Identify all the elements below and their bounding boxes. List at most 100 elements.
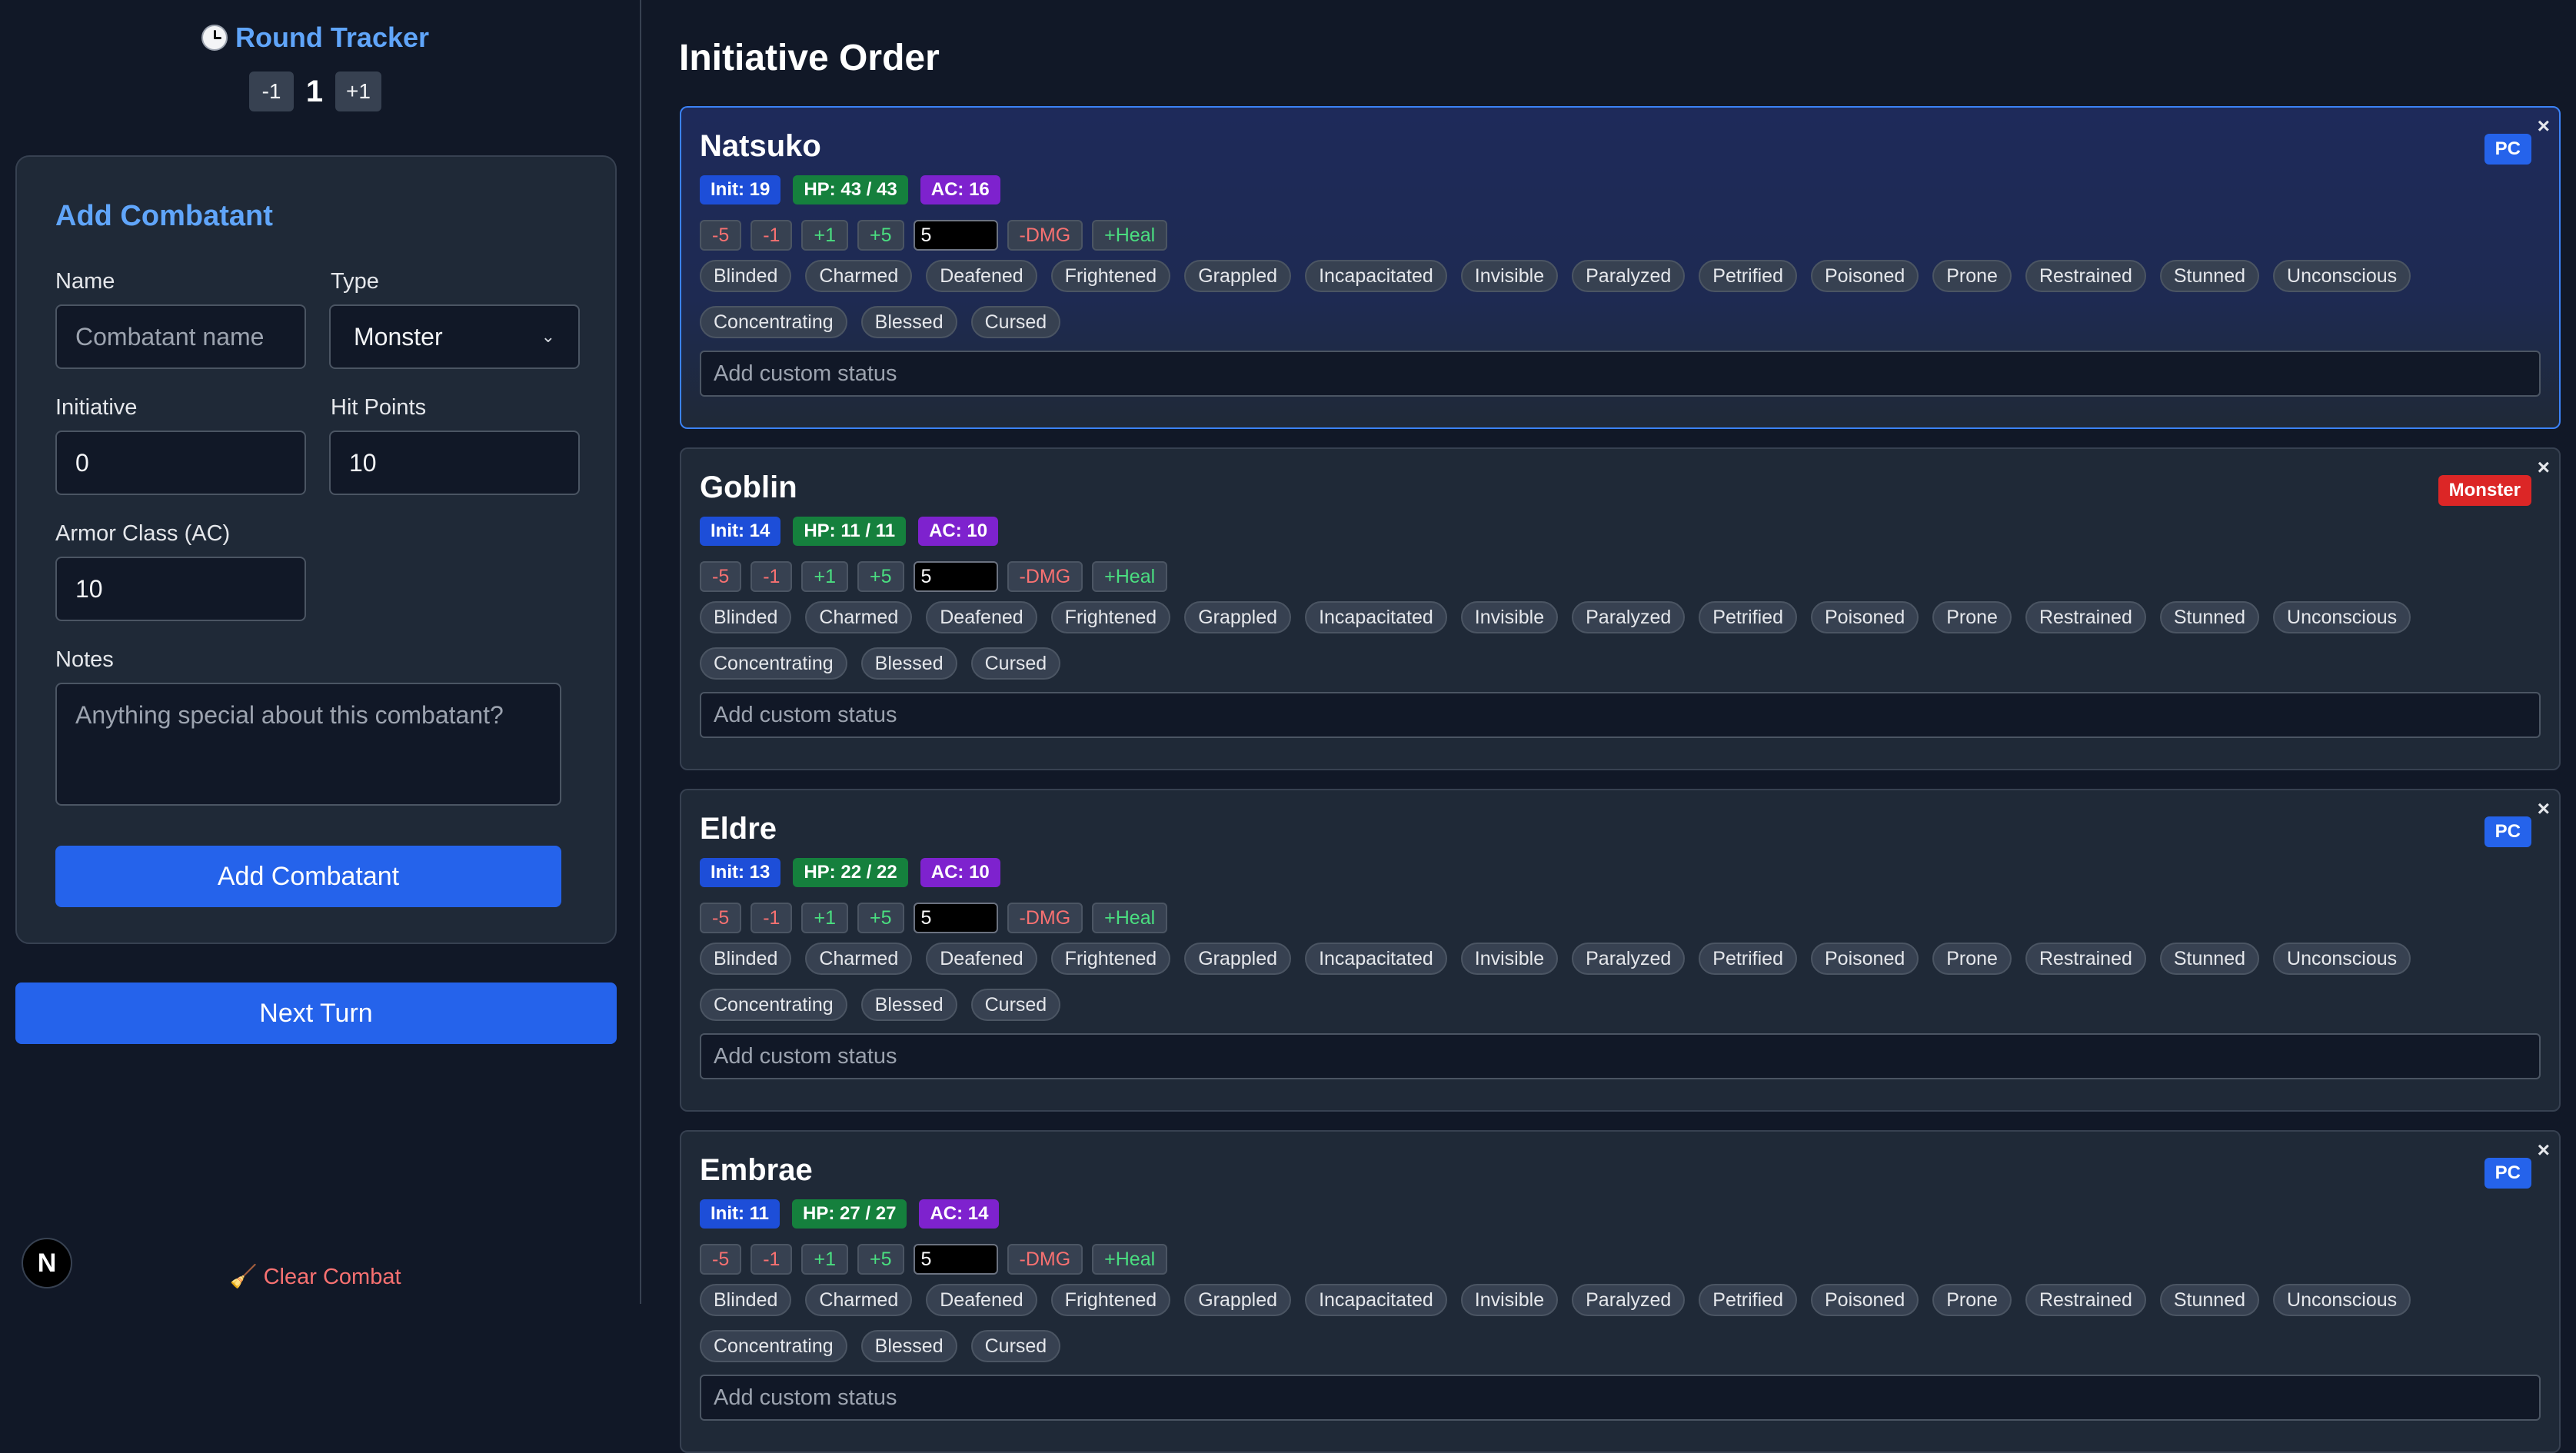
hp-minus-5-button[interactable]: -5 [700, 903, 742, 933]
condition-chip[interactable]: Poisoned [1811, 260, 1919, 292]
condition-chip[interactable]: Restrained [2025, 943, 2146, 975]
condition-chip[interactable]: Charmed [805, 1284, 913, 1316]
initiative-input[interactable] [55, 431, 306, 495]
effect-chip[interactable]: Blessed [860, 306, 957, 338]
condition-chip[interactable]: Incapacitated [1305, 1284, 1447, 1316]
hp-minus-5-button[interactable]: -5 [700, 220, 742, 251]
effect-chip[interactable]: Concentrating [700, 647, 847, 680]
condition-chip[interactable]: Unconscious [2273, 601, 2411, 633]
condition-chip[interactable]: Frightened [1050, 601, 1171, 633]
hp-minus-5-button[interactable]: -5 [700, 1244, 742, 1275]
condition-chip[interactable]: Charmed [805, 601, 913, 633]
condition-chip[interactable]: Invisible [1460, 601, 1559, 633]
apply-damage-button[interactable]: -DMG [1007, 1244, 1083, 1275]
condition-chip[interactable]: Grappled [1184, 260, 1292, 292]
condition-chip[interactable]: Paralyzed [1572, 601, 1686, 633]
clear-combat-button[interactable]: 🧹 Clear Combat [0, 1264, 631, 1290]
hp-plus-1-button[interactable]: +1 [801, 903, 848, 933]
condition-chip[interactable]: Incapacitated [1305, 260, 1447, 292]
hp-plus-5-button[interactable]: +5 [857, 1244, 904, 1275]
condition-chip[interactable]: Invisible [1460, 260, 1559, 292]
effect-chip[interactable]: Cursed [970, 989, 1061, 1021]
condition-chip[interactable]: Prone [1932, 943, 2012, 975]
hp-amount-input[interactable] [913, 1244, 998, 1275]
condition-chip[interactable]: Blinded [700, 1284, 792, 1316]
add-combatant-button[interactable]: Add Combatant [55, 846, 561, 907]
condition-chip[interactable]: Prone [1932, 1284, 2012, 1316]
condition-chip[interactable]: Grappled [1184, 601, 1292, 633]
notes-textarea[interactable] [55, 683, 561, 806]
next-turn-button[interactable]: Next Turn [15, 983, 617, 1044]
condition-chip[interactable]: Deafened [926, 601, 1037, 633]
condition-chip[interactable]: Poisoned [1811, 1284, 1919, 1316]
condition-chip[interactable]: Frightened [1050, 943, 1171, 975]
condition-chip[interactable]: Grappled [1184, 1284, 1292, 1316]
condition-chip[interactable]: Incapacitated [1305, 601, 1447, 633]
apply-heal-button[interactable]: +Heal [1092, 561, 1168, 592]
condition-chip[interactable]: Stunned [2159, 943, 2260, 975]
hp-amount-input[interactable] [913, 903, 998, 933]
condition-chip[interactable]: Unconscious [2273, 943, 2411, 975]
condition-chip[interactable]: Incapacitated [1305, 943, 1447, 975]
condition-chip[interactable]: Unconscious [2273, 260, 2411, 292]
type-select[interactable]: Monster ⌄ [329, 304, 580, 369]
custom-status-input[interactable]: Add custom status [700, 692, 2541, 738]
condition-chip[interactable]: Paralyzed [1572, 943, 1686, 975]
hp-plus-1-button[interactable]: +1 [801, 220, 848, 251]
effect-chip[interactable]: Concentrating [700, 989, 847, 1021]
condition-chip[interactable]: Restrained [2025, 260, 2146, 292]
effect-chip[interactable]: Cursed [970, 647, 1061, 680]
condition-chip[interactable]: Petrified [1699, 260, 1797, 292]
condition-chip[interactable]: Poisoned [1811, 601, 1919, 633]
condition-chip[interactable]: Unconscious [2273, 1284, 2411, 1316]
condition-chip[interactable]: Prone [1932, 260, 2012, 292]
condition-chip[interactable]: Stunned [2159, 1284, 2260, 1316]
custom-status-input[interactable]: Add custom status [700, 351, 2541, 397]
apply-heal-button[interactable]: +Heal [1092, 1244, 1168, 1275]
remove-combatant-button[interactable]: × [2538, 1138, 2550, 1162]
custom-status-input[interactable]: Add custom status [700, 1375, 2541, 1421]
armor-class-input[interactable] [55, 557, 306, 621]
round-decrement-button[interactable]: -1 [249, 71, 295, 111]
hp-amount-input[interactable] [913, 220, 998, 251]
hp-plus-1-button[interactable]: +1 [801, 1244, 848, 1275]
hit-points-input[interactable] [329, 431, 580, 495]
round-increment-button[interactable]: +1 [335, 71, 381, 111]
condition-chip[interactable]: Frightened [1050, 260, 1171, 292]
effect-chip[interactable]: Blessed [860, 1330, 957, 1362]
effect-chip[interactable]: Blessed [860, 989, 957, 1021]
condition-chip[interactable]: Petrified [1699, 601, 1797, 633]
hp-minus-1-button[interactable]: -1 [751, 561, 793, 592]
hp-plus-1-button[interactable]: +1 [801, 561, 848, 592]
effect-chip[interactable]: Concentrating [700, 1330, 847, 1362]
effect-chip[interactable]: Concentrating [700, 306, 847, 338]
condition-chip[interactable]: Invisible [1460, 943, 1559, 975]
apply-heal-button[interactable]: +Heal [1092, 220, 1168, 251]
condition-chip[interactable]: Poisoned [1811, 943, 1919, 975]
condition-chip[interactable]: Stunned [2159, 601, 2260, 633]
condition-chip[interactable]: Charmed [805, 943, 913, 975]
condition-chip[interactable]: Paralyzed [1572, 260, 1686, 292]
custom-status-input[interactable]: Add custom status [700, 1033, 2541, 1079]
effect-chip[interactable]: Blessed [860, 647, 957, 680]
hp-minus-1-button[interactable]: -1 [751, 220, 793, 251]
condition-chip[interactable]: Blinded [700, 943, 792, 975]
apply-damage-button[interactable]: -DMG [1007, 220, 1083, 251]
condition-chip[interactable]: Deafened [926, 260, 1037, 292]
condition-chip[interactable]: Deafened [926, 1284, 1037, 1316]
hp-minus-5-button[interactable]: -5 [700, 561, 742, 592]
remove-combatant-button[interactable]: × [2538, 114, 2550, 138]
effect-chip[interactable]: Cursed [970, 1330, 1061, 1362]
condition-chip[interactable]: Blinded [700, 601, 792, 633]
condition-chip[interactable]: Restrained [2025, 1284, 2146, 1316]
condition-chip[interactable]: Stunned [2159, 260, 2260, 292]
condition-chip[interactable]: Prone [1932, 601, 2012, 633]
name-input[interactable] [55, 304, 306, 369]
remove-combatant-button[interactable]: × [2538, 455, 2550, 480]
hp-plus-5-button[interactable]: +5 [857, 903, 904, 933]
hp-plus-5-button[interactable]: +5 [857, 220, 904, 251]
hp-minus-1-button[interactable]: -1 [751, 903, 793, 933]
apply-heal-button[interactable]: +Heal [1092, 903, 1168, 933]
apply-damage-button[interactable]: -DMG [1007, 903, 1083, 933]
apply-damage-button[interactable]: -DMG [1007, 561, 1083, 592]
